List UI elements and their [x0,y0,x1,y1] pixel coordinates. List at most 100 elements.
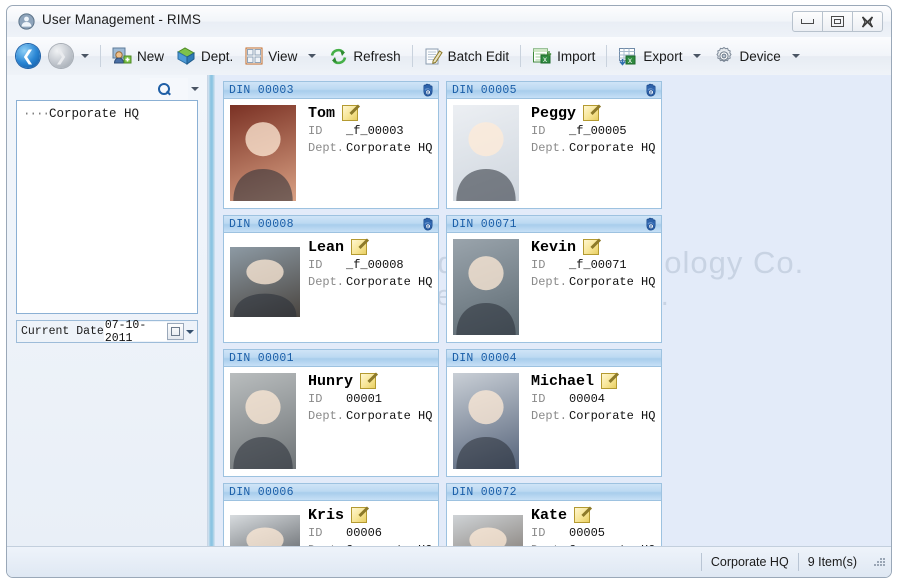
pane-splitter[interactable] [208,75,215,546]
close-button[interactable] [852,11,883,32]
user-name-row: Peggy [531,103,657,123]
user-id-row: ID _f_00005 [531,123,657,140]
device-dropdown-button[interactable] [788,41,806,71]
view-button-label: View [268,48,298,64]
user-card[interactable]: DIN 00008 e Lean ID _f_00008 Dept. Corporate H… [223,215,439,343]
tree-connector: ···· [23,107,50,121]
user-id-row: ID 00004 [531,391,657,408]
user-dept-value: Corporate HQ [569,141,656,155]
search-dropdown-icon[interactable] [191,87,199,91]
edit-icon[interactable] [574,507,591,523]
view-dropdown-button[interactable] [304,41,322,71]
chevron-down-icon[interactable] [186,329,194,334]
maximize-button[interactable] [822,11,853,32]
user-id-value: 00001 [346,392,383,406]
resize-grip[interactable] [872,555,886,569]
nav-dropdown-button[interactable] [77,41,94,71]
edit-icon[interactable] [601,373,618,389]
user-id-row: ID _f_00071 [531,257,657,274]
user-photo [230,105,296,201]
minimize-icon [801,19,814,24]
svg-text:x: x [628,56,632,65]
department-tree[interactable]: ····Corporate HQ [16,100,198,314]
user-dept-row: Dept.Corporate HQ [531,274,657,291]
user-card-body: Peggy ID _f_00005 Dept. Corporate HQ [447,99,661,208]
toolbar-separator [520,45,522,67]
forward-button[interactable]: ❯ [47,41,75,71]
batch-edit-button[interactable]: Batch Edit [419,41,515,71]
user-card-din: DIN 00005 [452,83,517,97]
hand-icon[interactable]: e [644,217,659,231]
user-card-header: DIN 00008 e [224,216,438,233]
user-dept-row: Dept.Corporate HQ [308,274,434,291]
status-bar: Corporate HQ 9 Item(s) [7,546,891,577]
user-photo [453,373,519,469]
current-date-value[interactable]: 07-10-2011 [103,319,167,345]
current-date-label: Current Date [21,325,104,338]
user-card-header: DIN 00001 [224,350,438,367]
user-card-panel: henzhen dly-smart technology Co. e techn… [215,75,891,546]
hand-icon[interactable]: e [421,83,436,97]
minimize-button[interactable] [792,11,823,32]
user-card[interactable]: DIN 00072KateID00005Dept.Corporate HQ [446,483,662,546]
user-name: Kevin [531,238,577,256]
user-card[interactable]: DIN 00005 e Peggy ID _f_00005 Dept. Corporate … [446,81,662,209]
user-card[interactable]: DIN 00001 Hunry ID 00001 Dept. Corporate HQ [223,349,439,477]
user-card-body: KateID00005Dept.Corporate HQ [447,501,661,546]
user-photo [453,515,523,546]
user-info: Kevin ID _f_00071 Dept. Corporate HQ [531,237,657,291]
user-dept-value: Corporate HQ [346,275,433,289]
window-frame: User Management - RIMS ❮ ❯ New Dept. Vie… [6,5,892,578]
dept-button[interactable]: Dept. [171,41,238,71]
tree-item-corporate-hq[interactable]: ····Corporate HQ [23,107,197,121]
view-button[interactable]: View [240,41,302,71]
new-button[interactable]: New [107,41,169,71]
app-window: User Management - RIMS ❮ ❯ New Dept. Vie… [0,0,898,587]
search-button[interactable] [140,78,188,100]
back-arrow-icon: ❮ [16,44,40,68]
chevron-down-icon [693,54,702,58]
back-button[interactable]: ❮ [8,41,45,71]
user-photo [453,105,519,201]
user-info: Lean ID _f_00008 Dept. Corporate HQ [308,237,434,291]
refresh-button[interactable]: Refresh [324,41,405,71]
dept-button-label: Dept. [201,48,234,64]
chevron-down-icon [81,54,89,58]
user-card-body: Kevin ID _f_00071 Dept. Corporate HQ [447,233,661,342]
edit-icon[interactable] [360,373,377,389]
device-button[interactable]: Device [709,41,785,71]
user-card[interactable]: DIN 00071 e Kevin ID _f_00071 Dept. Corporate … [446,215,662,343]
import-button[interactable]: x Import [527,41,600,71]
user-dept-row: Dept.Corporate HQ [531,408,657,425]
user-card[interactable]: DIN 00006KrisID00006Dept.Corporate HQ [223,483,439,546]
edit-icon[interactable] [351,239,368,255]
user-dept-value: Corporate HQ [569,409,656,423]
user-card-din: DIN 00071 [452,217,517,231]
user-card-header: DIN 00006 [224,484,438,501]
toolbar-separator [411,45,413,67]
user-card-body: Hunry ID 00001 Dept. Corporate HQ [224,367,438,476]
current-date-field[interactable]: Current Date 07-10-2011 [16,319,198,345]
edit-icon[interactable] [351,507,368,523]
user-id-row: ID 00006 [308,525,434,542]
user-card-body: Michael ID 00004 Dept. Corporate HQ [447,367,661,476]
export-dropdown-button[interactable] [689,41,707,71]
user-id-value: _f_00071 [569,258,627,272]
svg-text:e: e [427,224,430,230]
export-button[interactable]: x Export [613,41,687,71]
user-photo [230,515,300,546]
close-icon [861,15,874,28]
user-dept-value: Corporate HQ [569,275,656,289]
calendar-icon[interactable] [167,323,184,340]
edit-icon[interactable] [583,239,600,255]
user-id-label: ID [308,258,323,272]
status-department: Corporate HQ [700,553,798,571]
hand-icon[interactable]: e [644,83,659,97]
edit-icon[interactable] [583,105,600,121]
hand-icon[interactable]: e [421,217,436,231]
user-card[interactable]: DIN 00004 Michael ID 00004 Dept. Corporate HQ [446,349,662,477]
user-name: Peggy [531,104,577,122]
user-card-grid: DIN 00003 e Tom ID _f_00003 Dept. Corporate HQ… [220,78,886,546]
user-card[interactable]: DIN 00003 e Tom ID _f_00003 Dept. Corporate HQ [223,81,439,209]
edit-icon[interactable] [342,105,359,121]
